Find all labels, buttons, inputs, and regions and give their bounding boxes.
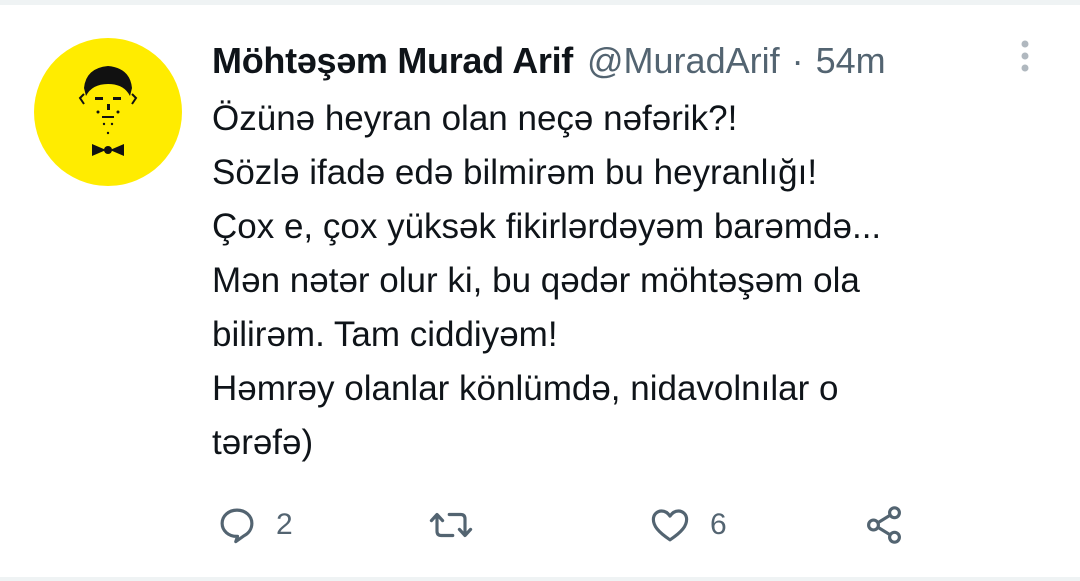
tweet-line: Mən nətər olur ki, bu qədər möhtəşəm ola [212, 261, 860, 300]
retweet-arrows-icon [429, 512, 473, 538]
heart-icon [651, 509, 689, 542]
vertical-ellipsis-icon [1021, 40, 1029, 72]
share-button[interactable] [862, 502, 906, 548]
tweet-line: Çox e, çox yüksək fikirlərdəyəm barəmdə.… [212, 207, 882, 246]
reply-button[interactable]: 2 [216, 502, 293, 548]
like-count: 6 [710, 508, 727, 541]
like-button[interactable]: 6 [648, 502, 727, 548]
author-name[interactable]: Möhtəşəm Murad Arif [212, 40, 573, 82]
reply-count: 2 [276, 508, 293, 541]
top-divider [0, 0, 1080, 5]
tweet-body: Özünə heyran olan neçə nəfərik?! Sözlə i… [212, 92, 1032, 470]
speech-bubble-icon [220, 508, 254, 544]
tweet-line: Həmrəy olanlar könlümdə, nidavolnılar o [212, 369, 839, 408]
author-handle[interactable]: @MuradArif [587, 40, 780, 82]
retweet-button[interactable] [428, 502, 492, 548]
tweet-timestamp[interactable]: 54m [816, 40, 886, 82]
header-separator: · [791, 40, 804, 81]
bottom-divider [0, 577, 1080, 581]
tweet-line: Sözlə ifadə edə bilmirəm bu heyranlığı! [212, 153, 818, 192]
tweet-line: Özünə heyran olan neçə nəfərik?! [212, 99, 738, 138]
tweet-line: tərəfə) [212, 423, 314, 462]
more-options-button[interactable] [1010, 36, 1040, 80]
tweet-header: Möhtəşəm Murad Arif @MuradArif · 54m [212, 38, 886, 84]
tweet-line: bilirəm. Tam ciddiyəm! [212, 315, 558, 354]
bowtie-man-avatar-icon [78, 66, 138, 156]
avatar[interactable] [34, 38, 182, 186]
share-nodes-icon [867, 506, 901, 544]
